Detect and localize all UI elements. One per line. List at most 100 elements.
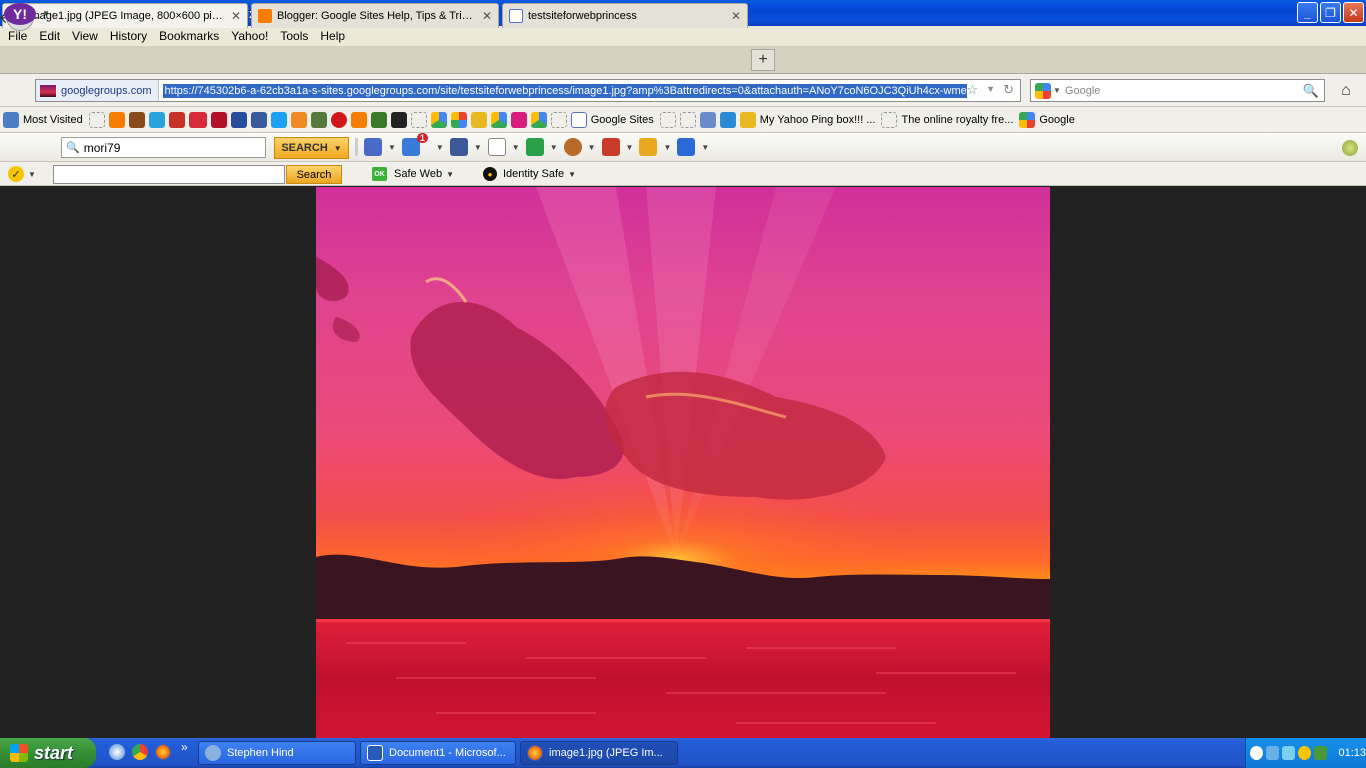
bookmark-icon[interactable] [310,111,327,128]
bookmark-blank-icon[interactable] [410,111,427,128]
norton-search-input[interactable] [53,165,285,184]
bookmark-yahoo-ping[interactable]: My Yahoo Ping box!!! ... [739,111,875,128]
identity-safe-button[interactable]: ● Identity Safe ▼ [483,167,576,181]
minimize-button[interactable]: _ [1297,2,1318,23]
start-button[interactable]: start [0,738,96,768]
yahoo-search-button[interactable]: SEARCH ▼ [274,137,349,159]
norton-search-button[interactable]: Search [286,165,342,184]
search-bar[interactable]: ▼ Google 🔍 [1030,79,1325,102]
menu-help[interactable]: Help [314,29,351,43]
bookmark-blank-icon[interactable] [679,111,696,128]
blogger-icon[interactable] [350,111,367,128]
bookmark-icon[interactable] [510,111,527,128]
menu-file[interactable]: File [2,29,33,43]
bookmark-google[interactable]: Google [1019,111,1075,128]
games-icon[interactable] [525,138,544,156]
site-identity-button[interactable]: googlegroups.com [36,80,159,101]
google-engine-icon[interactable] [1035,82,1051,99]
history-dropdown-icon[interactable]: ▼ [986,84,995,98]
tab-close-icon[interactable]: ✕ [482,9,492,23]
menu-tools[interactable]: Tools [274,29,314,43]
chevron-down-icon[interactable]: ▼ [663,143,671,152]
yola-icon[interactable] [188,111,207,128]
search-icon[interactable]: 🔍 [1303,83,1319,99]
yahoo-logo[interactable]: Y! [4,3,36,25]
home-button[interactable]: ⌂ [1334,79,1358,102]
bookmark-icon[interactable] [330,111,347,128]
bookmark-star-icon[interactable]: ☆ [967,82,979,98]
menu-view[interactable]: View [66,29,104,43]
network-icon[interactable] [1266,746,1280,760]
facebook-icon[interactable] [449,138,468,156]
bookmark-google-sites[interactable]: Google Sites [570,111,654,128]
bookmark-icon[interactable] [168,111,185,128]
close-window-button[interactable]: ✕ [1343,2,1364,23]
sunset-image[interactable] [316,187,1050,738]
menu-history[interactable]: History [104,29,153,43]
restore-button[interactable]: ❐ [1320,2,1341,23]
twitter-icon[interactable] [270,111,287,128]
google-icon[interactable] [530,111,547,128]
bookmarks-icon[interactable] [364,138,382,156]
chevron-down-icon[interactable]: ▼ [436,143,444,152]
google-icon[interactable] [430,111,447,128]
bookmark-icon[interactable] [370,111,387,128]
bookmark-blank-icon[interactable] [659,111,676,128]
mail-icon[interactable]: 1 [401,133,428,156]
menu-edit[interactable]: Edit [33,29,66,43]
chevron-down-icon[interactable]: ▼ [701,143,709,152]
clock[interactable]: 01:13 [1338,747,1366,759]
bookmark-icon[interactable] [128,111,145,128]
chevron-down-icon[interactable]: ▼ [42,9,50,18]
gear-icon[interactable] [1342,140,1358,156]
tab-blogger[interactable]: Blogger: Google Sites Help, Tips & Trick… [251,3,499,28]
safe-web-button[interactable]: OK Safe Web ▼ [372,167,454,181]
bookmark-blank-icon[interactable] [550,111,567,128]
chevron-down-icon[interactable]: ▼ [334,144,342,153]
bookmark-blank-icon[interactable] [88,111,105,128]
bookmark-icon[interactable] [148,111,165,128]
facebook-icon[interactable] [250,111,267,128]
search-input[interactable]: Google [1065,85,1303,97]
chevron-down-icon[interactable]: ▼ [446,170,454,179]
yahoo-search-input[interactable]: 🔍 mori79 [61,137,266,158]
blogger-icon[interactable] [108,111,125,128]
bookmark-icon[interactable] [390,111,407,128]
norton-check-icon[interactable]: ✓ [8,166,24,182]
taskbar-item-stephen-hind[interactable]: Stephen Hind [198,741,356,765]
coffee-icon[interactable] [563,138,582,156]
bookmark-icon[interactable] [290,111,307,128]
bookmark-icon[interactable] [699,111,716,128]
chevron-down-icon[interactable]: ▼ [388,143,396,152]
bookmark-royalty[interactable]: The online royalty fre... [881,111,1013,128]
chrome-icon[interactable] [132,744,148,760]
bookmark-icon[interactable] [470,111,487,128]
google-icon[interactable] [450,111,467,128]
quick-launch-more-icon[interactable]: » [181,740,188,754]
chevron-down-icon[interactable]: ▼ [1053,86,1061,95]
umbrella-icon[interactable] [719,111,736,128]
crown-icon[interactable] [677,138,696,156]
tab-testsite[interactable]: testsiteforwebprincess ✕ [502,3,748,28]
calendar-icon[interactable] [487,138,506,156]
key-icon[interactable] [210,111,227,128]
taskbar-item-firefox[interactable]: image1.jpg (JPEG Im... [520,741,678,765]
music-icon[interactable] [639,138,658,156]
chevron-down-icon[interactable]: ▼ [626,143,634,152]
tab-close-icon[interactable]: ✕ [231,9,241,23]
firefox-icon[interactable] [155,744,171,760]
chevron-down-icon[interactable]: ▼ [588,143,596,152]
chevron-down-icon[interactable]: ▼ [550,143,558,152]
wifi-icon[interactable] [1282,746,1296,760]
chevron-down-icon[interactable]: ▼ [568,170,576,179]
show-desktop-icon[interactable] [109,744,125,760]
url-bar[interactable]: googlegroups.com https://745302b6-a-62cb… [35,79,1021,102]
bookmark-icon[interactable] [230,111,247,128]
taskbar-item-word[interactable]: Document1 - Microsof... [360,741,516,765]
tab-close-icon[interactable]: ✕ [731,9,741,23]
url-text[interactable]: https://745302b6-a-62cb3a1a-s-sites.goog… [162,83,967,98]
norton-tray-icon[interactable] [1298,746,1312,760]
bookmark-most-visited[interactable]: Most Visited [3,111,83,128]
speaker-icon[interactable] [1314,746,1328,760]
chevron-down-icon[interactable]: ▼ [28,170,36,179]
